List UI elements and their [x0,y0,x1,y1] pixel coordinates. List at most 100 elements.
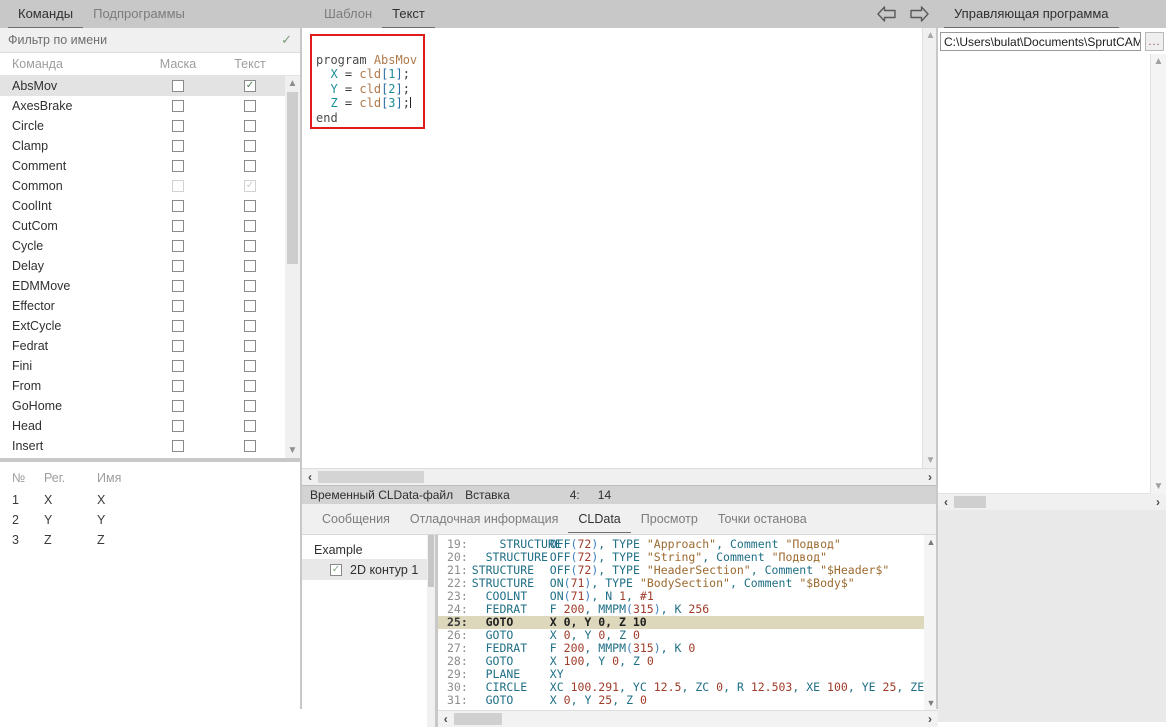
mask-checkbox[interactable] [172,300,184,312]
text-checkbox[interactable] [244,280,256,292]
list-item[interactable]: ✓2D контур 1 [302,559,435,580]
table-row[interactable]: EDMMove [0,276,300,296]
scrollbar-thumb[interactable] [454,713,502,725]
cldata-list[interactable]: 19: STRUCTUREOFF(72), TYPE "Approach", C… [438,535,938,710]
table-row[interactable]: Circle [0,116,300,136]
mask-checkbox[interactable] [172,160,184,172]
table-row[interactable]: Comment [0,156,300,176]
table-row[interactable]: AxesBrake [0,96,300,116]
text-checkbox[interactable] [244,440,256,452]
mask-checkbox[interactable] [172,420,184,432]
mask-checkbox[interactable] [172,200,184,212]
table-row[interactable]: CoolInt [0,196,300,216]
mask-checkbox[interactable] [172,140,184,152]
arrow-right-icon[interactable] [908,5,930,23]
browse-button[interactable]: ... [1145,32,1164,51]
mask-checkbox[interactable] [172,100,184,112]
scroll-right-icon[interactable]: › [922,712,938,726]
filter-input[interactable]: Фильтр по имени [8,33,281,47]
text-checkbox[interactable] [244,120,256,132]
scrollbar-thumb[interactable] [287,92,298,264]
mask-checkbox[interactable] [172,440,184,452]
table-row[interactable]: CutCom [0,216,300,236]
table-row[interactable]: 2YY [0,510,300,530]
check-icon[interactable]: ✓ [281,32,292,48]
mask-checkbox[interactable] [172,120,184,132]
mask-checkbox[interactable] [172,340,184,352]
tab-messages[interactable]: Сообщения [312,506,400,532]
table-row[interactable]: Clamp [0,136,300,156]
table-row[interactable]: Fedrat [0,336,300,356]
mask-checkbox[interactable] [172,360,184,372]
table-row[interactable]: GoHome [0,396,300,416]
table-row[interactable]: Cycle [0,236,300,256]
text-checkbox[interactable] [244,260,256,272]
scrollbar-thumb[interactable] [954,496,986,508]
text-checkbox[interactable] [244,400,256,412]
tab-subprograms[interactable]: Подпрограммы [83,1,195,27]
table-row[interactable]: ExtCycle [0,316,300,336]
tree-scrollbar-vertical[interactable] [427,535,435,727]
mask-checkbox[interactable] [172,240,184,252]
text-checkbox[interactable] [244,380,256,392]
text-checkbox[interactable] [244,320,256,332]
cldata-scrollbar-horizontal[interactable]: ‹ › [438,710,938,727]
scrollbar-thumb[interactable] [318,471,424,483]
cldata-row[interactable]: 31: GOTOX 0, Y 25, Z 0 [438,694,938,707]
scrollbar-thumb[interactable] [428,535,434,587]
table-row[interactable]: Insert [0,436,300,456]
mask-checkbox[interactable] [172,220,184,232]
text-checkbox[interactable] [244,240,256,252]
table-row[interactable]: Interpolation [0,456,300,458]
mask-checkbox[interactable] [172,320,184,332]
text-checkbox[interactable] [244,160,256,172]
scroll-up-icon[interactable]: ▲ [285,76,300,91]
editor-scrollbar-horizontal[interactable]: ‹ › [302,468,938,485]
text-checkbox[interactable] [244,220,256,232]
arrow-left-icon[interactable] [876,5,898,23]
code-editor[interactable]: program AbsMov X = cld[1]; Y = cld[2]; Z… [302,28,922,468]
text-checkbox[interactable] [244,420,256,432]
text-checkbox[interactable] [244,200,256,212]
scroll-left-icon[interactable]: ‹ [302,470,318,484]
tab-preview[interactable]: Просмотр [631,506,708,532]
scroll-left-icon[interactable]: ‹ [438,712,454,726]
scroll-right-icon[interactable]: › [1150,495,1166,509]
path-input[interactable]: C:\Users\bulat\Documents\SprutCAM X [940,32,1141,51]
item-checkbox[interactable]: ✓ [330,564,342,576]
nc-program-scrollbar-horizontal[interactable]: ‹ › [938,494,1166,510]
table-row[interactable]: 3ZZ [0,530,300,550]
table-row[interactable]: AbsMov✓ [0,76,300,96]
scroll-up-icon[interactable]: ▲ [1151,54,1166,69]
text-checkbox[interactable] [244,100,256,112]
table-row[interactable]: Effector [0,296,300,316]
table-row[interactable]: Delay [0,256,300,276]
scroll-down-icon[interactable]: ▼ [285,443,300,458]
table-row[interactable]: From [0,376,300,396]
text-checkbox[interactable] [244,340,256,352]
table-row[interactable]: Head [0,416,300,436]
filter-row[interactable]: Фильтр по имени ✓ [0,28,300,53]
tab-commands[interactable]: Команды [8,1,83,28]
table-row[interactable]: 1XX [0,490,300,510]
mask-checkbox[interactable] [172,260,184,272]
table-row[interactable]: Common✓ [0,176,300,196]
mask-checkbox[interactable] [172,280,184,292]
commands-scrollbar-vertical[interactable]: ▲ ▼ [285,76,300,458]
tab-breakpoints[interactable]: Точки останова [708,506,817,532]
text-checkbox[interactable] [244,300,256,312]
nc-program-text-area[interactable] [938,54,1151,494]
tab-cldata[interactable]: CLData [568,506,630,533]
tab-nc-program[interactable]: Управляющая программа [944,1,1119,28]
scroll-left-icon[interactable]: ‹ [938,495,954,509]
text-checkbox[interactable]: ✓ [244,80,256,92]
text-checkbox[interactable] [244,140,256,152]
text-checkbox[interactable] [244,360,256,372]
mask-checkbox[interactable] [172,80,184,92]
tab-template[interactable]: Шаблон [314,1,382,27]
tab-debug-info[interactable]: Отладочная информация [400,506,569,532]
nc-program-scrollbar-vertical[interactable]: ▲ ▼ [1151,54,1166,494]
mask-checkbox[interactable] [172,400,184,412]
scroll-down-icon[interactable]: ▼ [1151,479,1166,494]
tab-text[interactable]: Текст [382,1,435,28]
